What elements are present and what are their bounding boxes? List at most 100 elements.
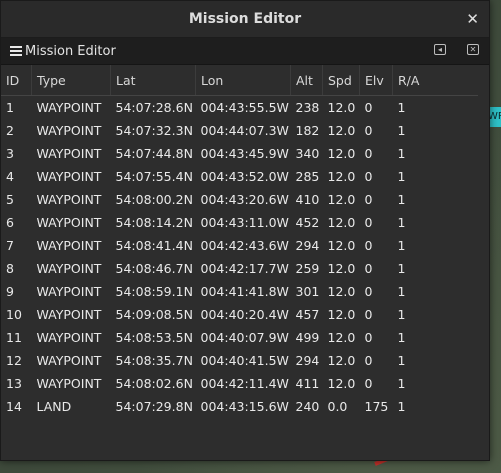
cell-alt[interactable]: 240 <box>291 395 323 418</box>
cell-lat[interactable]: 54:08:00.2N <box>111 188 196 211</box>
cell-spd[interactable]: 12.0 <box>323 234 360 257</box>
cell-ra[interactable]: 1 <box>393 303 479 326</box>
cell-lat[interactable]: 54:08:35.7N <box>111 349 196 372</box>
cell-id[interactable]: 10 <box>1 303 32 326</box>
cell-elv[interactable]: 0 <box>360 188 393 211</box>
window-titlebar[interactable]: Mission Editor ✕ <box>1 1 489 38</box>
cell-type[interactable]: WAYPOINT <box>32 280 111 303</box>
cell-alt[interactable]: 410 <box>291 188 323 211</box>
cell-id[interactable]: 11 <box>1 326 32 349</box>
cell-id[interactable]: 2 <box>1 119 32 142</box>
cell-lat[interactable]: 54:08:53.5N <box>111 326 196 349</box>
column-header-lon[interactable]: Lon <box>195 65 291 96</box>
cell-type[interactable]: WAYPOINT <box>32 303 111 326</box>
table-row[interactable]: 7 WAYPOINT 54:08:41.4N 004:42:43.6W 294 12.0 0… <box>1 234 478 257</box>
cell-type[interactable]: WAYPOINT <box>32 96 111 120</box>
cell-ra[interactable]: 1 <box>393 234 479 257</box>
cell-ra[interactable]: 1 <box>393 372 479 395</box>
cell-lat[interactable]: 54:07:44.8N <box>111 142 196 165</box>
cell-id[interactable]: 7 <box>1 234 32 257</box>
cell-lat[interactable]: 54:07:32.3N <box>111 119 196 142</box>
column-header-alt[interactable]: Alt <box>290 65 323 96</box>
cell-alt[interactable]: 285 <box>291 165 323 188</box>
cell-spd[interactable]: 12.0 <box>323 280 360 303</box>
cell-alt[interactable]: 238 <box>291 96 323 120</box>
cell-id[interactable]: 5 <box>1 188 32 211</box>
cell-ra[interactable]: 1 <box>393 188 479 211</box>
cell-lon[interactable]: 004:43:52.0W <box>196 165 291 188</box>
cell-id[interactable]: 3 <box>1 142 32 165</box>
menu-icon[interactable] <box>10 46 22 56</box>
panel-close-icon[interactable]: ✕ <box>467 44 479 55</box>
cell-elv[interactable]: 0 <box>360 349 393 372</box>
cell-lat[interactable]: 54:07:55.4N <box>111 165 196 188</box>
cell-ra[interactable]: 1 <box>393 96 479 120</box>
cell-elv[interactable]: 0 <box>360 142 393 165</box>
cell-spd[interactable]: 12.0 <box>323 349 360 372</box>
cell-alt[interactable]: 411 <box>291 372 323 395</box>
column-header-lat[interactable]: Lat <box>110 65 196 96</box>
cell-spd[interactable]: 12.0 <box>323 142 360 165</box>
cell-type[interactable]: WAYPOINT <box>32 326 111 349</box>
close-icon[interactable]: ✕ <box>466 10 479 28</box>
cell-ra[interactable]: 1 <box>393 280 479 303</box>
cell-elv[interactable]: 0 <box>360 303 393 326</box>
cell-elv[interactable]: 0 <box>360 280 393 303</box>
cell-type[interactable]: WAYPOINT <box>32 234 111 257</box>
cell-spd[interactable]: 12.0 <box>323 326 360 349</box>
cell-ra[interactable]: 1 <box>393 119 479 142</box>
cell-alt[interactable]: 301 <box>291 280 323 303</box>
table-row[interactable]: 10 WAYPOINT 54:09:08.5N 004:40:20.4W 457 12.0… <box>1 303 478 326</box>
cell-spd[interactable]: 12.0 <box>323 188 360 211</box>
table-row[interactable]: 9 WAYPOINT 54:08:59.1N 004:41:41.8W 301 12.0 0… <box>1 280 478 303</box>
cell-elv[interactable]: 0 <box>360 234 393 257</box>
cell-lat[interactable]: 54:08:59.1N <box>111 280 196 303</box>
cell-ra[interactable]: 1 <box>393 257 479 280</box>
cell-ra[interactable]: 1 <box>393 211 479 234</box>
cell-lat[interactable]: 54:08:41.4N <box>111 234 196 257</box>
cell-elv[interactable]: 0 <box>360 211 393 234</box>
table-row[interactable]: 6 WAYPOINT 54:08:14.2N 004:43:11.0W 452 12.0 0… <box>1 211 478 234</box>
table-row[interactable]: 13 WAYPOINT 54:08:02.6N 004:42:11.4W 411 12.0… <box>1 372 478 395</box>
cell-spd[interactable]: 12.0 <box>323 119 360 142</box>
cell-alt[interactable]: 452 <box>291 211 323 234</box>
cell-lon[interactable]: 004:41:41.8W <box>196 280 291 303</box>
cell-id[interactable]: 4 <box>1 165 32 188</box>
cell-type[interactable]: WAYPOINT <box>32 142 111 165</box>
table-row[interactable]: 14 LAND 54:07:29.8N 004:43:15.6W 240 0.0 175 1 <box>1 395 478 418</box>
cell-spd[interactable]: 0.0 <box>323 395 360 418</box>
cell-lon[interactable]: 004:43:55.5W <box>196 96 291 120</box>
table-row[interactable]: 5 WAYPOINT 54:08:00.2N 004:43:20.6W 410 12.0 0… <box>1 188 478 211</box>
cell-ra[interactable]: 1 <box>393 349 479 372</box>
cell-lon[interactable]: 004:42:11.4W <box>196 372 291 395</box>
cell-lon[interactable]: 004:40:20.4W <box>196 303 291 326</box>
cell-lon[interactable]: 004:43:45.9W <box>196 142 291 165</box>
cell-alt[interactable]: 457 <box>291 303 323 326</box>
cell-spd[interactable]: 12.0 <box>323 372 360 395</box>
cell-elv[interactable]: 0 <box>360 257 393 280</box>
cell-lat[interactable]: 54:09:08.5N <box>111 303 196 326</box>
cell-type[interactable]: WAYPOINT <box>32 257 111 280</box>
table-row[interactable]: 4 WAYPOINT 54:07:55.4N 004:43:52.0W 285 12.0 0… <box>1 165 478 188</box>
cell-elv[interactable]: 0 <box>360 372 393 395</box>
cell-elv[interactable]: 175 <box>360 395 393 418</box>
cell-ra[interactable]: 1 <box>393 326 479 349</box>
cell-id[interactable]: 12 <box>1 349 32 372</box>
cell-spd[interactable]: 12.0 <box>323 257 360 280</box>
column-header-spd[interactable]: Spd <box>322 65 360 96</box>
cell-id[interactable]: 13 <box>1 372 32 395</box>
cell-lat[interactable]: 54:07:29.8N <box>111 395 196 418</box>
cell-elv[interactable]: 0 <box>360 165 393 188</box>
undock-icon[interactable]: ◂ <box>434 44 446 55</box>
cell-type[interactable]: WAYPOINT <box>32 211 111 234</box>
table-row[interactable]: 1 WAYPOINT 54:07:28.6N 004:43:55.5W 238 12.0 0… <box>1 96 478 120</box>
cell-type[interactable]: WAYPOINT <box>32 119 111 142</box>
cell-id[interactable]: 9 <box>1 280 32 303</box>
cell-type[interactable]: LAND <box>32 395 111 418</box>
cell-elv[interactable]: 0 <box>360 96 393 120</box>
cell-lon[interactable]: 004:42:17.7W <box>196 257 291 280</box>
cell-alt[interactable]: 340 <box>291 142 323 165</box>
table-row[interactable]: 8 WAYPOINT 54:08:46.7N 004:42:17.7W 259 12.0 0… <box>1 257 478 280</box>
cell-type[interactable]: WAYPOINT <box>32 188 111 211</box>
cell-alt[interactable]: 499 <box>291 326 323 349</box>
